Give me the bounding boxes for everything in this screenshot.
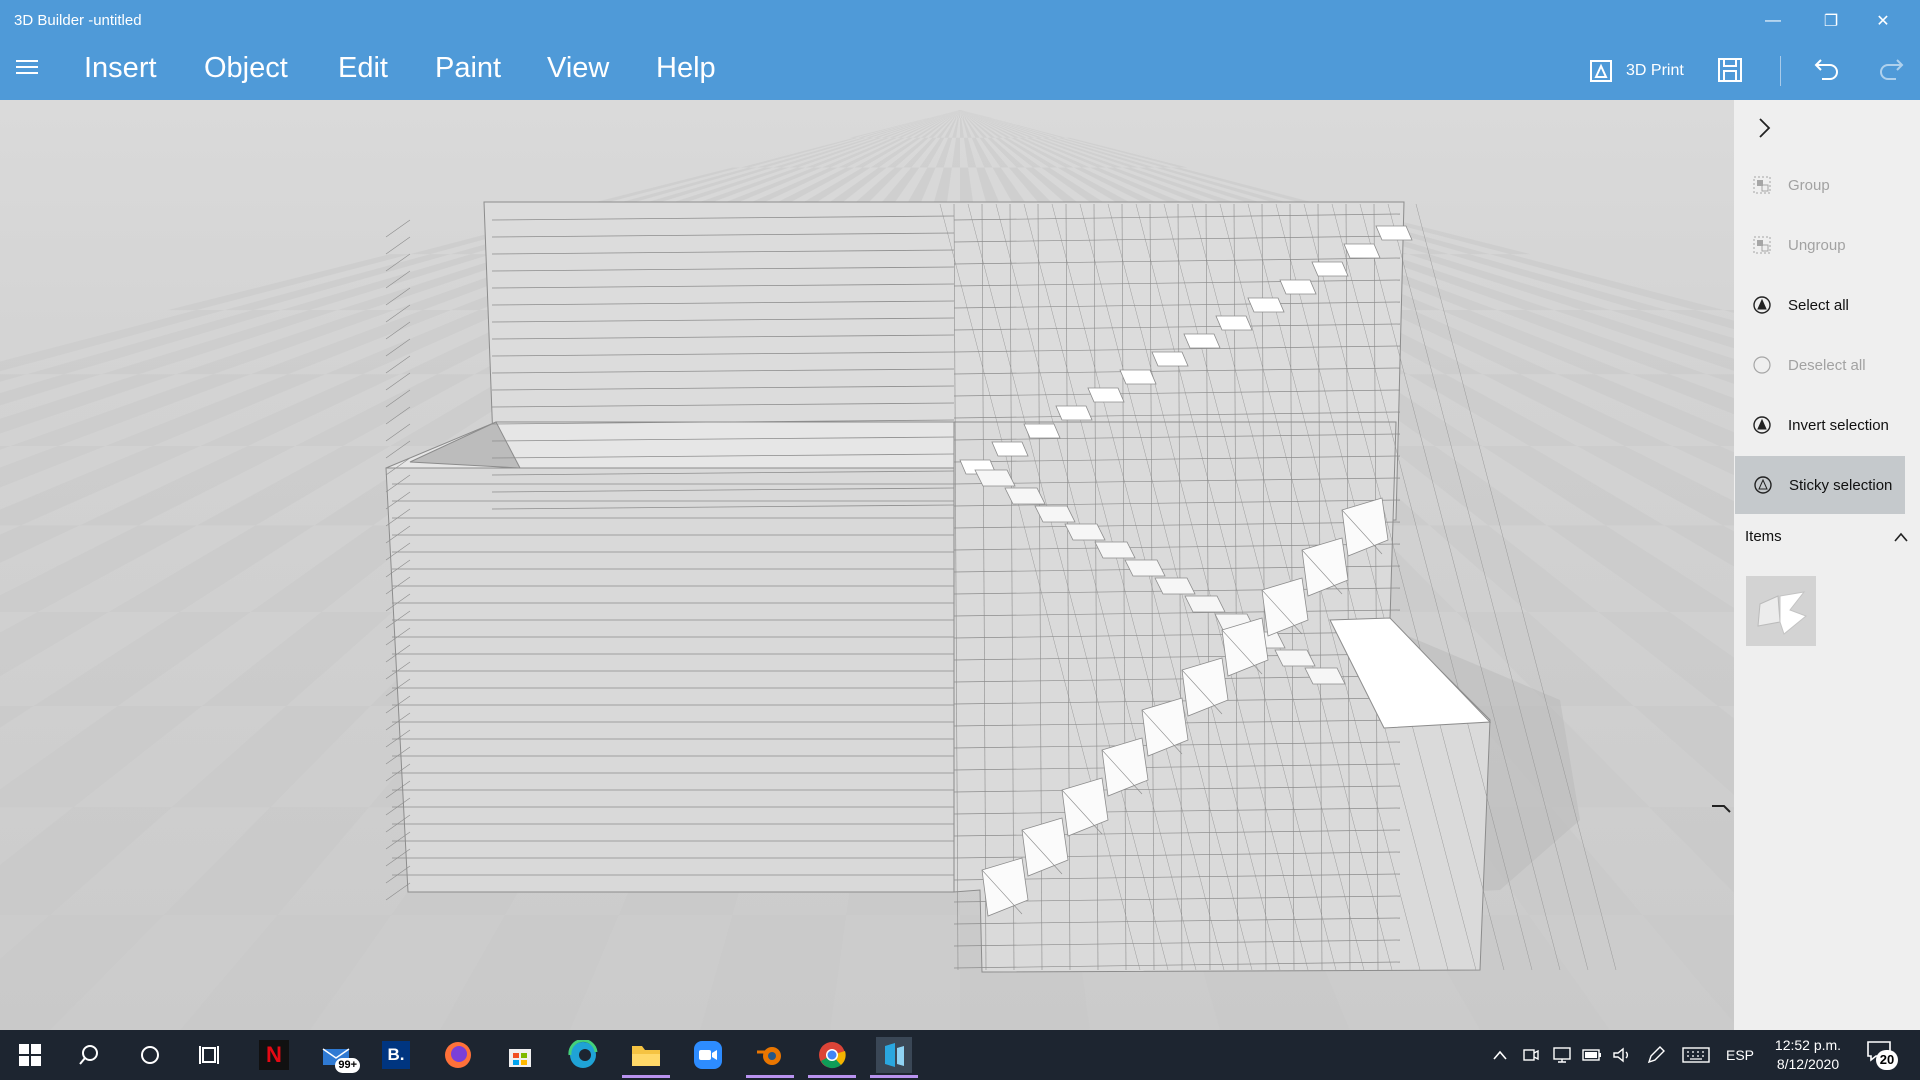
sticky-selection-icon [1753,475,1773,495]
panel-item-label: Invert selection [1788,416,1889,434]
file-explorer-icon[interactable] [622,1037,670,1078]
menu-insert[interactable]: Insert [84,52,157,85]
blender-icon[interactable] [746,1037,794,1078]
items-header-label: Items [1745,528,1782,545]
app-window: 3D Builder -untitled — ❐ ✕ Insert Object… [0,0,1920,1080]
3d-model-staircase[interactable] [0,100,1734,1030]
menu-edit[interactable]: Edit [338,52,388,85]
edge-icon[interactable] [565,1037,601,1073]
panel-item-label: Sticky selection [1789,476,1893,494]
running-indicator [808,1075,856,1078]
3d-print-label: 3D Print [1626,62,1684,79]
3d-builder-icon[interactable] [870,1037,918,1078]
clock[interactable]: 12:52 p.m. 8/12/2020 [1766,1036,1850,1074]
3d-print-button[interactable]: 3D Print [1588,56,1684,86]
panel-item-ungroup[interactable]: Ungroup [1734,216,1920,274]
panel-item-label: Group [1788,176,1830,194]
mail-badge: 99+ [335,1058,360,1073]
show-hidden-icons-icon[interactable] [1492,1049,1508,1061]
panel-item-group[interactable]: Group [1734,156,1920,214]
mouse-cursor-icon [1712,805,1731,813]
window-title: 3D Builder -untitled [14,12,142,29]
group-icon [1752,175,1772,195]
menu-object[interactable]: Object [204,52,288,85]
start-icon[interactable] [12,1037,48,1073]
undo-icon[interactable] [1812,55,1842,85]
deselect-all-icon [1752,355,1772,375]
pen-workspace-icon[interactable] [1646,1045,1666,1065]
items-section-header[interactable]: Items [1745,528,1909,545]
panel-item-label: Ungroup [1788,236,1846,254]
3d-viewport[interactable] [0,100,1734,1030]
booking-icon[interactable]: B. [378,1037,414,1073]
running-indicator [622,1075,670,1078]
task-view-icon[interactable] [192,1037,228,1073]
panel-item-deselect-all[interactable]: Deselect all [1734,336,1920,394]
chevron-right-icon[interactable] [1754,116,1774,140]
save-icon[interactable] [1716,56,1744,84]
redo-icon[interactable] [1876,55,1906,85]
clock-date: 8/12/2020 [1776,1056,1840,1072]
menu-paint[interactable]: Paint [435,52,501,85]
action-center-button[interactable]: 20 [1866,1040,1898,1070]
panel-item-label: Select all [1788,296,1849,314]
input-language[interactable]: ESP [1726,1047,1754,1063]
booking-letter: B. [382,1041,410,1069]
maximize-button[interactable]: ❐ [1808,4,1854,38]
store-icon[interactable] [502,1037,538,1073]
3d-print-icon [1590,60,1612,82]
notification-count: 20 [1876,1050,1898,1070]
netflix-letter: N [259,1040,289,1070]
hamburger-menu-icon[interactable] [16,60,38,76]
ungroup-icon [1752,235,1772,255]
running-indicator [746,1075,794,1078]
title-menu-bar: 3D Builder -untitled — ❐ ✕ Insert Object… [0,0,1920,100]
selection-panel: Group Ungroup Select all Deselect all Invert… [1734,100,1920,1030]
item-thumbnail[interactable] [1746,576,1816,646]
volume-icon[interactable] [1612,1046,1632,1064]
menu-help[interactable]: Help [656,52,716,85]
search-icon[interactable] [71,1037,107,1073]
close-button[interactable]: ✕ [1860,4,1906,38]
select-all-icon [1752,295,1772,315]
panel-item-invert-selection[interactable]: Invert selection [1734,396,1920,454]
firefox-icon[interactable] [440,1037,476,1073]
panel-item-select-all[interactable]: Select all [1734,276,1920,334]
cortana-icon[interactable] [132,1037,168,1073]
panel-item-label: Deselect all [1788,356,1866,374]
netflix-icon[interactable]: N [256,1037,292,1073]
meet-now-icon[interactable] [1522,1046,1540,1064]
minimize-button[interactable]: — [1750,4,1796,38]
panel-item-sticky-selection[interactable]: Sticky selection [1735,456,1905,514]
mail-icon[interactable]: 99+ [318,1037,360,1073]
clock-time: 12:52 p.m. [1774,1037,1842,1053]
chrome-icon[interactable] [808,1037,856,1078]
zoom-icon[interactable] [690,1037,726,1073]
toolbar-divider [1780,56,1781,86]
running-indicator [870,1075,918,1078]
invert-selection-icon [1752,415,1772,435]
chevron-up-icon[interactable] [1893,532,1909,542]
network-icon[interactable] [1552,1046,1572,1064]
menu-view[interactable]: View [547,52,609,85]
touch-keyboard-icon[interactable] [1682,1047,1710,1063]
windows-taskbar: N 99+ B. ESP 12:52 p.m. 8/12/2020 20 [0,1030,1920,1080]
battery-icon[interactable] [1582,1047,1602,1063]
